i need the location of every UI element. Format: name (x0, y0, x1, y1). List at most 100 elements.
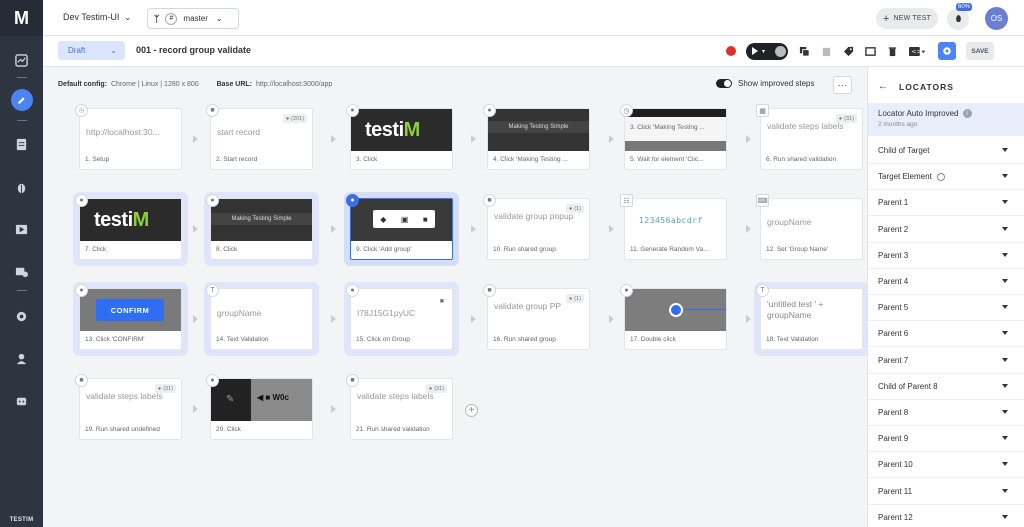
settings-button[interactable] (938, 42, 956, 60)
base-url-value[interactable]: http://localhost:3000/app (256, 81, 332, 88)
locator-row[interactable]: Parent 5 (868, 295, 1024, 322)
default-config-value[interactable]: Chrome | Linux | 1280 x 800 (111, 81, 199, 88)
settings-gear-icon[interactable] (0, 304, 43, 328)
plugin-nav-icon[interactable] (0, 389, 43, 413)
locator-row[interactable]: Child of Parent 8 (868, 374, 1024, 400)
toggle-switch[interactable] (716, 79, 732, 88)
dashboard-nav-icon[interactable] (0, 48, 43, 72)
git-branch-icon: ᛉ (154, 13, 160, 24)
step-label: 11. Generate Random Va... (630, 246, 709, 253)
locator-row[interactable]: Parent 11 (868, 479, 1024, 505)
locator-row[interactable]: Child of Target (868, 138, 1024, 164)
save-button[interactable]: SAVE (966, 42, 994, 60)
locator-row[interactable]: Parent 6 (868, 321, 1024, 348)
project-selector[interactable]: Dev Testim-UI ⌄ (63, 12, 131, 22)
tag-icon[interactable]: ◆ (380, 215, 386, 224)
config-nav-icon[interactable] (0, 259, 43, 283)
step-card-20[interactable]: ✎ ◀ ■ W0c ● 20. Click (206, 374, 313, 440)
camera-icon (775, 45, 787, 57)
tag-icon[interactable] (842, 45, 854, 57)
step-card-12[interactable]: ⌨ groupName 12. Set 'Group Name' (756, 194, 863, 260)
status-dropdown[interactable]: Draft ⌄ (58, 41, 125, 60)
caret-down-icon[interactable] (1002, 410, 1008, 414)
caret-down-icon[interactable] (1002, 252, 1008, 257)
step-card-6[interactable]: ▦ ● (31) validate steps labels 6. Run sha… (756, 104, 863, 170)
notifications-button[interactable]: 60% (947, 3, 973, 30)
bug-nav-icon[interactable] (0, 175, 43, 199)
caret-down-icon[interactable] (1002, 488, 1008, 493)
step-card-1[interactable]: ☉ http://localhost:30... 1. Setup (75, 104, 182, 170)
step-label: 19. Run shared undefined (85, 426, 160, 433)
copy-icon[interactable] (798, 45, 810, 57)
step-card-2[interactable]: ■ ● (201) start record 2. Start record (206, 104, 313, 170)
record-button[interactable] (726, 46, 736, 56)
caret-down-icon[interactable] (1002, 174, 1008, 179)
step-card-10[interactable]: ■ ● (1) validate group popup 10. Run shar… (483, 194, 590, 260)
run-button[interactable]: ▾ (746, 42, 788, 60)
caret-down-icon[interactable] (1002, 279, 1008, 283)
step-card-5[interactable]: 3. Click 'Making Testing ... ◷ 5. Wait f… (620, 104, 727, 170)
locator-row[interactable]: Parent 1 (868, 190, 1024, 217)
arrow-icon (193, 315, 198, 323)
caret-down-icon[interactable] (1002, 331, 1008, 336)
step-card-21[interactable]: ■ ● (31) validate steps labels 21. Run sh… (346, 374, 453, 440)
mouse-icon: ● (346, 284, 359, 297)
locator-row[interactable]: Parent 7 (868, 348, 1024, 374)
step-screenshot (625, 289, 726, 331)
runs-nav-icon[interactable] (0, 217, 43, 241)
add-step-button[interactable]: + (465, 404, 478, 417)
trash-icon[interactable] (886, 45, 898, 57)
caret-down-icon[interactable] (1002, 436, 1008, 441)
step-card-18[interactable]: T 'untitled test ' + groupName 18. Text … (756, 284, 863, 350)
brand-footer: TESTIM (9, 517, 34, 523)
new-test-button[interactable]: + NEW TEST (876, 8, 938, 29)
step-card-16[interactable]: ■ ● (1) validate group PP 16. Run shared … (483, 284, 590, 350)
caret-down-icon[interactable] (1002, 383, 1008, 388)
locator-row[interactable]: Parent 2 (868, 217, 1024, 243)
caret-down-icon[interactable] (1002, 200, 1008, 205)
page-title[interactable]: 001 - record group validate (136, 45, 251, 55)
code-icon[interactable]: <> (908, 45, 928, 57)
step-card-4[interactable]: Making Testing Simple ● 4. Click 'Making… (483, 104, 590, 170)
step-card-17[interactable]: ● 17. Double click (620, 284, 727, 350)
step-card-19[interactable]: ■ ● (31) validate steps labels 19. Run sh… (75, 374, 182, 440)
branch-selector[interactable]: ᛉ # master ⌄ (147, 8, 239, 29)
locator-row[interactable]: Parent 10 (868, 452, 1024, 479)
locator-row[interactable]: Parent 9 (868, 426, 1024, 453)
step-card-9[interactable]: ◆ ▣ ■ ● 9. Click 'Add group' (346, 194, 453, 260)
locator-row[interactable]: Parent 8 (868, 400, 1024, 426)
caret-down-icon[interactable] (1002, 148, 1008, 152)
locator-row[interactable]: Parent 12 (868, 505, 1024, 527)
app-logo[interactable]: M (0, 0, 43, 36)
editor-nav-icon[interactable] (0, 88, 43, 112)
locator-row[interactable]: Parent 3 (868, 243, 1024, 269)
locator-row[interactable]: Target Element (868, 164, 1024, 191)
folder-icon: ■ (206, 104, 219, 117)
user-nav-icon[interactable] (0, 346, 43, 370)
locator-row[interactable]: Parent 4 (868, 269, 1024, 295)
caret-down-icon[interactable] (1002, 514, 1008, 519)
back-arrow-icon[interactable]: ← (878, 81, 889, 92)
caret-down-icon[interactable] (1002, 305, 1008, 310)
step-card-3[interactable]: testiM ● 3. Click (346, 104, 453, 170)
avatar[interactable]: OS (985, 7, 1008, 30)
test-list-nav-icon[interactable] (0, 132, 43, 156)
step-card-13[interactable]: CONFIRM ● 13. Click 'CONFIRM' (75, 284, 182, 350)
step-card-8[interactable]: Making Testing Simple ● 8. Click (206, 194, 313, 260)
trash-icon[interactable]: ■ (423, 215, 428, 224)
step-card-7[interactable]: testiM ● 7. Click (75, 194, 182, 260)
step-card-14[interactable]: T groupName 14. Text Validation (206, 284, 313, 350)
step-card-11[interactable]: ☷ 123456abcdrf 11. Generate Random Va... (620, 194, 727, 260)
toggle-label: Show improved steps (738, 79, 815, 88)
caret-down-icon[interactable] (1002, 462, 1008, 467)
group-icon[interactable] (864, 45, 876, 57)
locator-row-label: Parent 10 (878, 460, 913, 470)
caret-down-icon[interactable] (1002, 226, 1008, 231)
paste-icon[interactable] (820, 45, 832, 57)
improved-steps-toggle[interactable]: Show improved steps (716, 79, 814, 88)
group-icon[interactable]: ▣ (401, 215, 409, 224)
step-card-15[interactable]: ● ■ I78J15G1pyUC 15. Click on Group (346, 284, 453, 350)
more-options-button[interactable]: ··· (833, 76, 852, 94)
caret-down-icon[interactable] (1002, 357, 1008, 362)
info-icon[interactable]: i (962, 109, 972, 118)
